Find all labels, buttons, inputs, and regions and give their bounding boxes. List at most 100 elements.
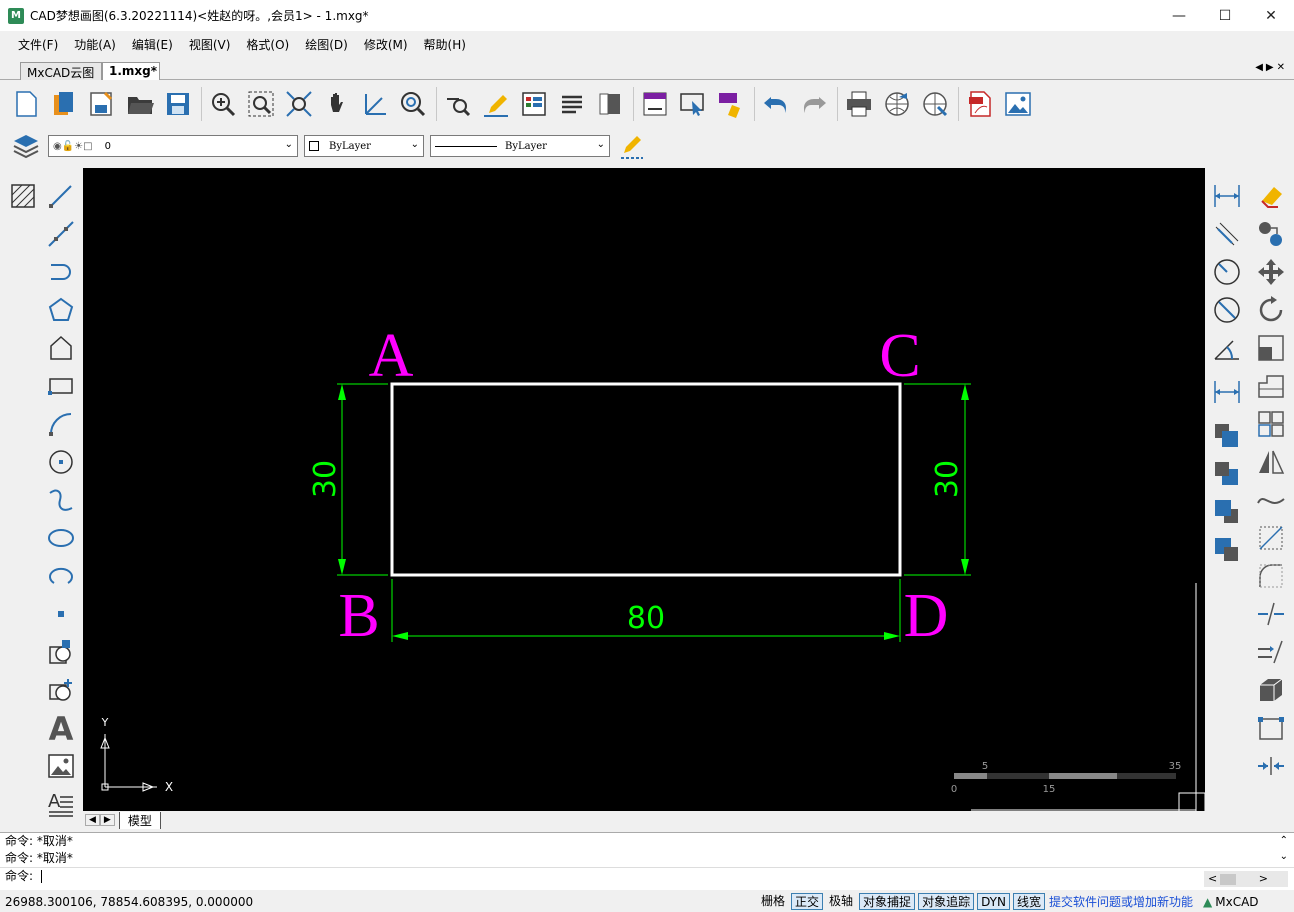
chamfer-icon[interactable] [1254, 521, 1288, 555]
select-cursor-icon[interactable] [675, 86, 711, 122]
pencil-edit-icon[interactable] [478, 86, 514, 122]
save-icon[interactable] [160, 86, 196, 122]
insert-block-icon[interactable] [44, 635, 78, 669]
explode-icon[interactable] [1254, 711, 1288, 745]
join-icon[interactable] [1254, 635, 1288, 669]
menu-edit[interactable]: 编辑(E) [124, 36, 181, 53]
text-style-icon[interactable] [637, 86, 673, 122]
image-export-icon[interactable] [1000, 86, 1036, 122]
command-prompt-row[interactable]: 命令: [0, 867, 1294, 884]
toggle-polar[interactable]: 极轴 [826, 893, 856, 910]
redo-icon[interactable] [796, 86, 832, 122]
web-publish-icon[interactable] [879, 86, 915, 122]
angular-dimension-icon[interactable] [1210, 331, 1244, 365]
scale-icon[interactable] [1254, 331, 1288, 365]
layer-manager-icon[interactable] [8, 128, 44, 164]
command-scroll-down-icon[interactable]: ⌄ [1280, 851, 1288, 862]
open-folder-icon[interactable] [122, 86, 158, 122]
print-icon[interactable] [841, 86, 877, 122]
pdf-export-icon[interactable] [962, 86, 998, 122]
zoom-extents-icon[interactable] [281, 86, 317, 122]
color-dropdown[interactable]: ByLayer ⌄ [304, 135, 424, 157]
save-as-icon[interactable] [84, 86, 120, 122]
command-input[interactable] [40, 870, 42, 883]
maximize-button[interactable]: ☐ [1202, 0, 1248, 31]
arc-icon[interactable] [44, 407, 78, 441]
line-icon[interactable] [44, 179, 78, 213]
match-properties-icon[interactable] [713, 86, 749, 122]
menu-help[interactable]: 帮助(H) [416, 36, 474, 53]
tab-mxcad-cloud[interactable]: MxCAD云图 [20, 62, 102, 80]
text-icon[interactable]: A [44, 711, 78, 745]
open-template-icon[interactable] [46, 86, 82, 122]
send-backward-icon[interactable] [1210, 533, 1244, 567]
ellipse-icon[interactable] [44, 521, 78, 555]
circle-icon[interactable] [44, 445, 78, 479]
linewidth-pencil-icon[interactable] [614, 128, 650, 164]
toggle-dyn[interactable]: DYN [977, 893, 1010, 910]
copy-icon[interactable] [1254, 217, 1288, 251]
curve-icon[interactable] [1254, 483, 1288, 517]
move-icon[interactable] [1254, 255, 1288, 289]
scroll-left-icon[interactable]: < [1208, 872, 1217, 885]
radius-dimension-icon[interactable] [1210, 255, 1244, 289]
tab-current-drawing[interactable]: 1.mxg* [102, 62, 160, 80]
mirror-icon[interactable] [1254, 445, 1288, 479]
insert-image-icon[interactable] [44, 749, 78, 783]
dimension-left[interactable] [337, 383, 388, 576]
menu-view[interactable]: 视图(V) [181, 36, 239, 53]
minimize-button[interactable]: — [1156, 0, 1202, 31]
menu-modify[interactable]: 修改(M) [356, 36, 416, 53]
toggle-otrack[interactable]: 对象追踪 [918, 893, 975, 910]
toggle-lineweight[interactable]: 线宽 [1012, 893, 1045, 910]
web-share-icon[interactable] [917, 86, 953, 122]
toggle-osnap[interactable]: 对象捕捉 [859, 893, 916, 910]
rotate-icon[interactable] [1254, 293, 1288, 327]
aligned-dimension-icon[interactable] [1210, 217, 1244, 251]
drawing-canvas[interactable]: A B C D 30 30 80 Y X 5 35 0 15 [83, 168, 1205, 811]
toggle-grid[interactable]: 栅格 [758, 893, 788, 910]
menu-draw[interactable]: 绘图(D) [297, 36, 356, 53]
block-icon[interactable] [592, 86, 628, 122]
hatch-icon[interactable] [6, 179, 40, 213]
rectangle-icon[interactable] [44, 369, 78, 403]
scroll-thumb[interactable] [1220, 874, 1236, 885]
polyline-arc-icon[interactable] [44, 255, 78, 289]
ellipse-arc-icon[interactable] [44, 559, 78, 593]
layout-scroll-left[interactable]: ◀ [85, 814, 100, 826]
multiline-text-icon[interactable]: A [44, 787, 78, 821]
pentagon-icon[interactable] [44, 331, 78, 365]
layout-scroll-right[interactable]: ▶ [99, 814, 115, 826]
undo-icon[interactable] [758, 86, 794, 122]
continue-dimension-icon[interactable] [1210, 375, 1244, 409]
feedback-link[interactable]: 提交软件问题或增加新功能 [1049, 893, 1193, 910]
list-icon[interactable] [554, 86, 590, 122]
pan-hand-icon[interactable] [319, 86, 355, 122]
linetype-dropdown[interactable]: ByLayer ⌄ [430, 135, 610, 157]
stretch-icon[interactable] [1254, 369, 1288, 403]
new-file-icon[interactable] [8, 86, 44, 122]
rectangle-abcd[interactable] [390, 382, 902, 577]
spline-icon[interactable] [44, 483, 78, 517]
break-icon[interactable] [1254, 597, 1288, 631]
menu-format[interactable]: 格式(O) [238, 36, 297, 53]
array-icon[interactable] [1254, 407, 1288, 441]
erase-icon[interactable] [1254, 179, 1288, 213]
bring-forward-icon[interactable] [1210, 495, 1244, 529]
diameter-dimension-icon[interactable] [1210, 293, 1244, 327]
menu-function[interactable]: 功能(A) [66, 36, 124, 53]
fillet-icon[interactable] [1254, 559, 1288, 593]
command-hscrollbar[interactable]: < > [1204, 871, 1288, 887]
layer-back-icon[interactable] [1210, 457, 1244, 491]
make-block-icon[interactable] [44, 673, 78, 707]
polygon-icon[interactable] [44, 293, 78, 327]
tab-scroll-arrows[interactable]: ◀▶✕ [1255, 62, 1288, 73]
zoom-in-icon[interactable] [205, 86, 241, 122]
point-icon[interactable] [44, 597, 78, 631]
close-button[interactable]: ✕ [1248, 0, 1294, 31]
layer-front-icon[interactable] [1210, 419, 1244, 453]
extend-icon[interactable] [1254, 749, 1288, 783]
menu-file[interactable]: 文件(F) [10, 36, 66, 53]
tab-model[interactable]: 模型 [118, 811, 161, 829]
command-scroll-up-icon[interactable]: ⌃ [1280, 835, 1288, 846]
